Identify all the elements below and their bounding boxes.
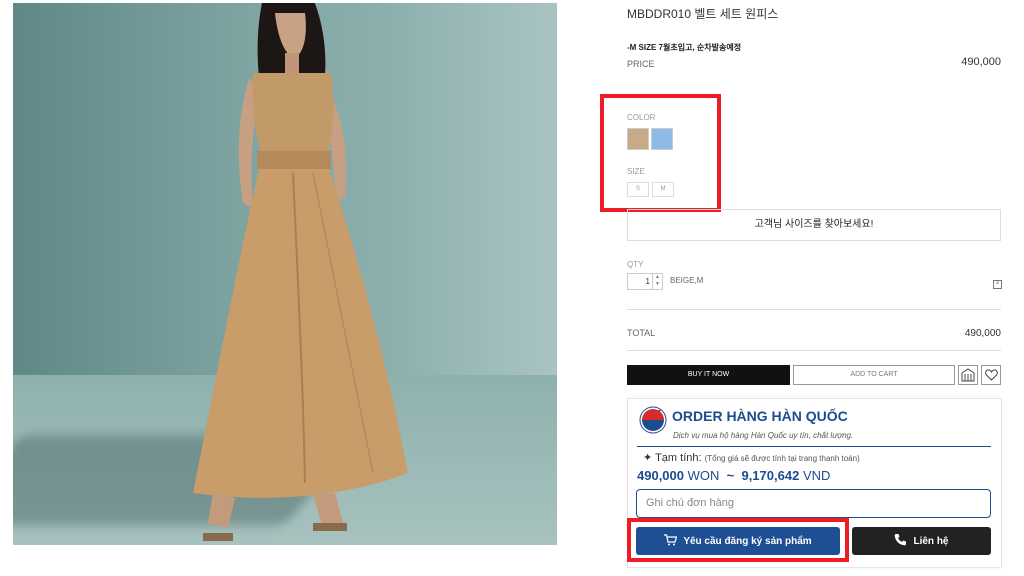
tilde: ~ [726, 468, 735, 483]
add-to-cart-button[interactable]: ADD TO CART [793, 365, 955, 385]
contact-button[interactable]: Liên hệ [852, 527, 991, 555]
qty-label: QTY [627, 260, 644, 269]
total-label: TOTAL [627, 328, 656, 338]
vnd-amount: 9,170,642 [741, 468, 800, 483]
won-unit: WON [687, 468, 720, 483]
divider [637, 446, 991, 447]
sparkle-icon: ✦ [643, 452, 653, 464]
estimate-label: Tạm tính: [655, 452, 702, 464]
quantity-value: 1 [645, 277, 650, 286]
dress-illustration [193, 3, 408, 541]
stepper-arrows[interactable]: ▲ ▼ [652, 274, 662, 289]
close-box-icon[interactable]: × [993, 280, 1002, 289]
contact-button-label: Liên hệ [913, 535, 949, 547]
buy-now-button[interactable]: BUY IT NOW [627, 365, 790, 385]
brand-name: ORDER HÀNG HÀN QUỐC [672, 408, 848, 424]
divider [627, 309, 1001, 310]
phone-icon [894, 533, 907, 549]
highlight-box-request [627, 518, 849, 562]
product-title: MBDDR010 벨트 세트 원피스 [627, 7, 779, 21]
heart-icon[interactable] [981, 365, 1001, 385]
product-image[interactable] [13, 3, 557, 545]
total-value: 490,000 [964, 328, 1001, 339]
price-conversion: 490,000 WON ~ 9,170,642 VND [637, 468, 830, 483]
highlight-box-options [600, 94, 721, 212]
price-value: 490,000 [961, 56, 1001, 68]
stock-notice: -M SIZE 7월초입고, 순차발송예정 [627, 43, 742, 52]
vnd-unit: VND [802, 468, 831, 483]
store-icon[interactable] [958, 365, 978, 385]
selected-option: BEIGE,M [670, 276, 704, 285]
order-note-input[interactable]: Ghi chú đơn hàng [636, 489, 991, 518]
price-label: PRICE [627, 59, 655, 69]
estimate-note: (Tổng giá sẽ được tính tại trang thanh t… [704, 454, 860, 463]
brand-slogan: Dịch vụ mua hộ hàng Hàn Quốc uy tín, chấ… [673, 431, 854, 440]
size-finder-button[interactable]: 고객님 사이즈를 찾아보세요! [627, 209, 1001, 241]
brand-logo-icon [638, 405, 668, 435]
won-amount: 490,000 [637, 468, 684, 483]
estimate-row: ✦ Tạm tính: (Tổng giá sẽ được tính tại t… [643, 451, 860, 464]
quantity-stepper[interactable]: 1 ▲ ▼ [627, 273, 663, 290]
divider [627, 350, 1001, 351]
